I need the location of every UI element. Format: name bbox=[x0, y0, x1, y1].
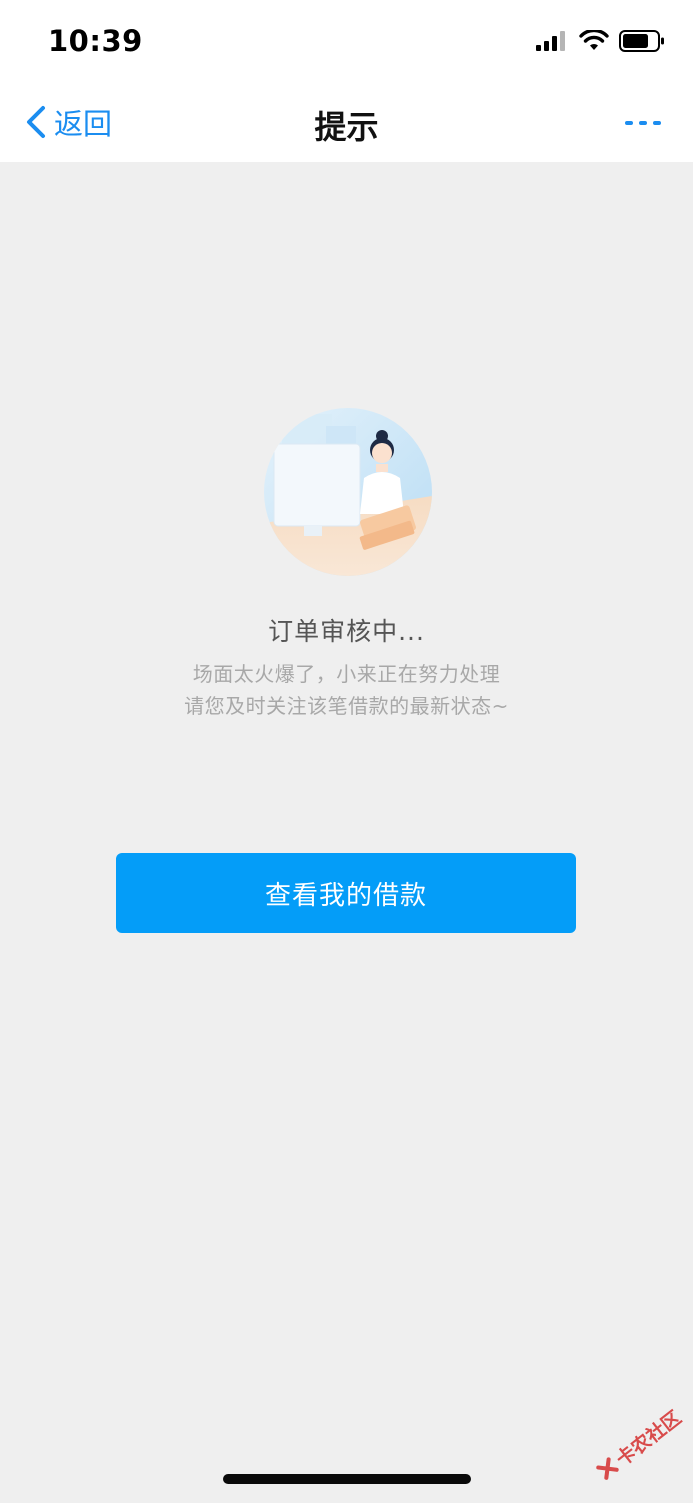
watermark: 卡农社区 bbox=[578, 1385, 693, 1502]
status-icons bbox=[535, 30, 665, 52]
status-bar: 10:39 bbox=[0, 0, 693, 82]
battery-icon bbox=[619, 30, 664, 52]
nav-bar: 返回 提示 bbox=[0, 82, 693, 162]
wifi-icon bbox=[579, 30, 609, 50]
review-illustration bbox=[264, 408, 432, 576]
status-description-line-2: 请您及时关注该笔借款的最新状态~ bbox=[184, 694, 509, 718]
status-time: 10:39 bbox=[48, 24, 143, 58]
page-title: 提示 bbox=[314, 108, 379, 146]
view-my-loans-button[interactable]: 查看我的借款 bbox=[116, 853, 576, 933]
status-title: 订单审核中... bbox=[268, 617, 425, 646]
home-indicator[interactable] bbox=[223, 1474, 471, 1484]
watermark-text: 卡农社区 bbox=[611, 1406, 686, 1471]
more-dots-icon[interactable] bbox=[625, 118, 661, 128]
status-description-line-1: 场面太火爆了，小来正在努力处理 bbox=[192, 662, 501, 686]
cellular-signal-icon bbox=[536, 31, 565, 51]
